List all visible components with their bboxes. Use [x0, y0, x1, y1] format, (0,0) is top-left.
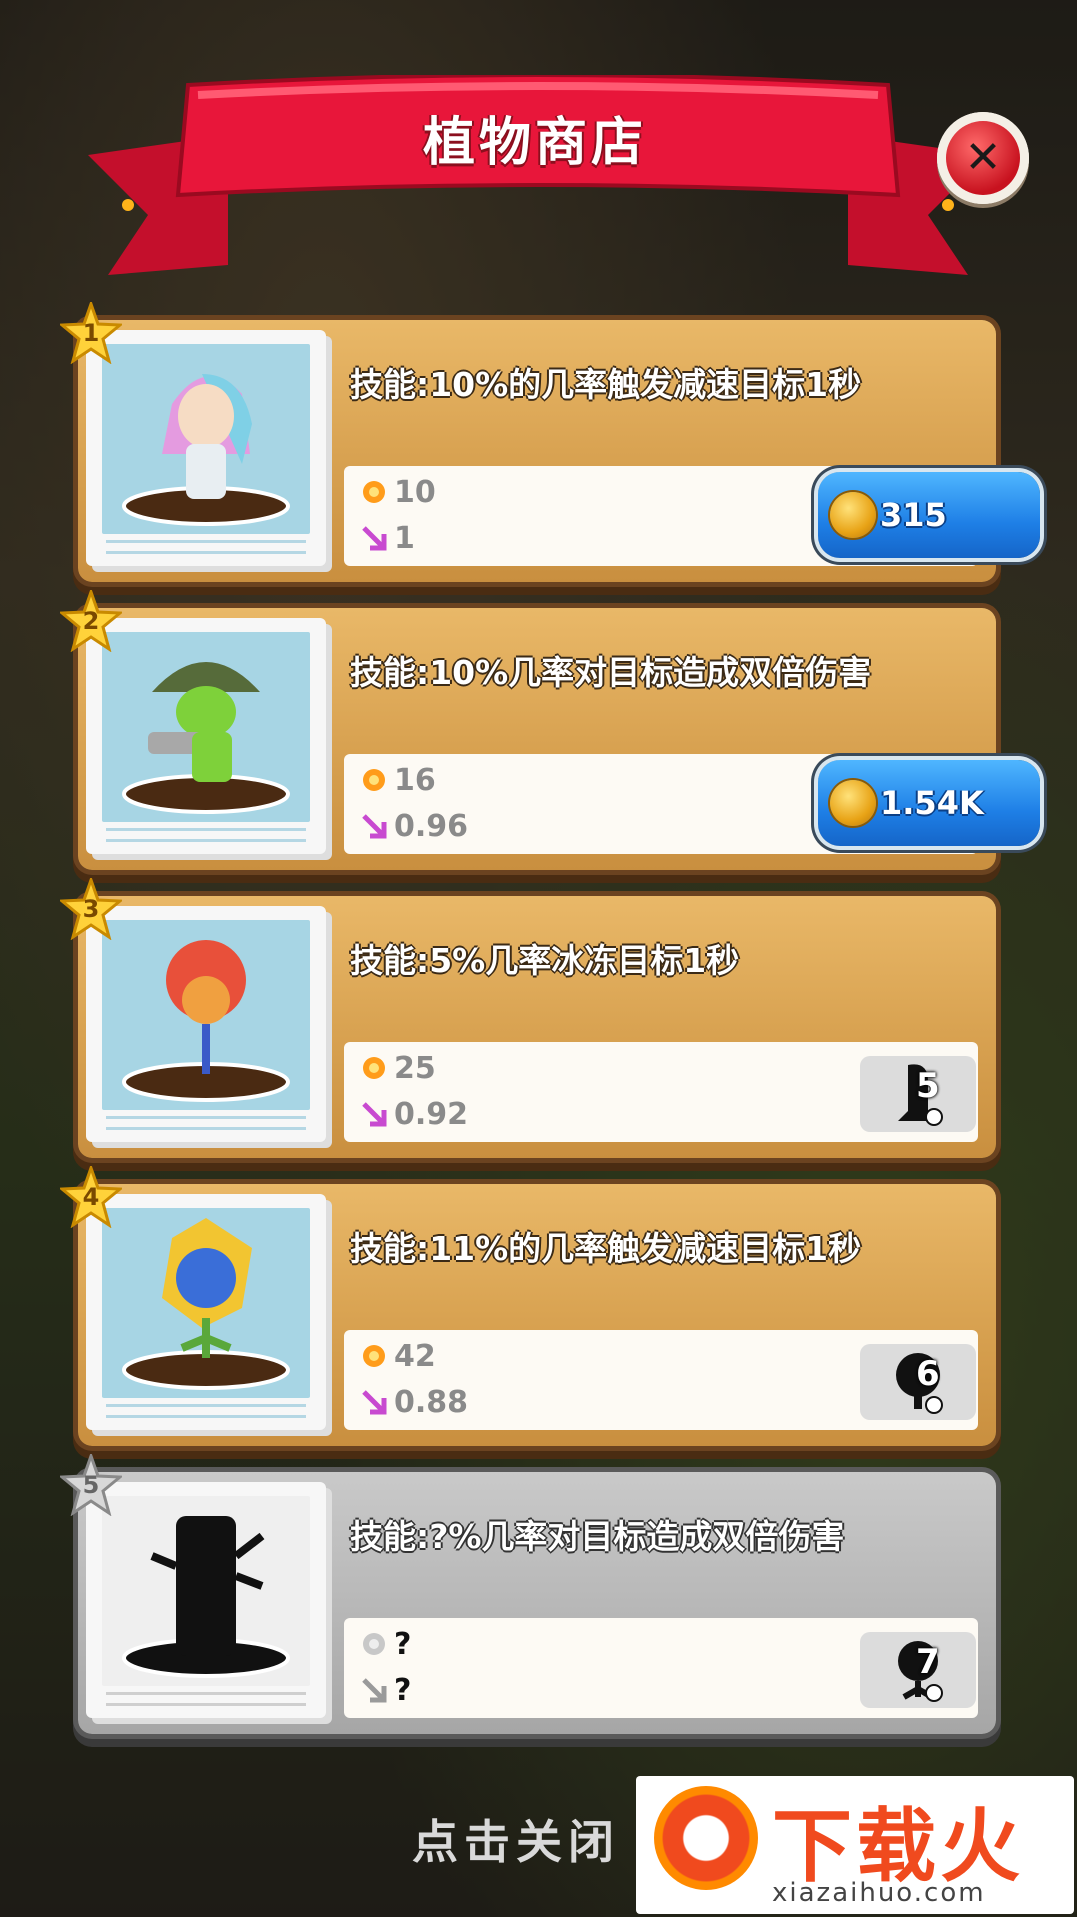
unlock-level: 5	[916, 1066, 940, 1106]
rank-star-icon: 2	[58, 587, 124, 653]
unlock-level: 6	[916, 1354, 940, 1394]
stats-panel: 10 1 315	[344, 466, 1040, 566]
rank-number: 5	[82, 1471, 100, 1499]
plant-portrait	[102, 344, 310, 534]
coin-icon	[830, 492, 876, 538]
unlock-requirement: 5	[860, 1056, 976, 1132]
plant-portrait-frame	[86, 1194, 326, 1430]
portrait-divider	[106, 540, 306, 554]
skill-description: 技能:11%的几率触发减速目标1秒	[350, 1229, 862, 1268]
plant-portrait-frame	[86, 618, 326, 854]
rank-star-icon: 5	[58, 1451, 124, 1517]
attack-stat: 16	[360, 760, 436, 800]
fire-icon	[360, 1630, 388, 1658]
unlock-level: 7	[916, 1642, 940, 1682]
unlock-requirement: 7	[860, 1632, 976, 1708]
attack-stat: 25	[360, 1048, 436, 1088]
skill-description: 技能:10%的几率触发减速目标1秒	[350, 365, 862, 404]
watermark-url: xiazaihuo.com	[772, 1878, 986, 1908]
shop-item-5: 5 技能:?%几率对目标造成双倍伤害 ? ? 7	[58, 1451, 996, 1734]
buy-button[interactable]: 1.54K	[818, 760, 1040, 846]
shop-item-1: 1 技能:10%的几率触发减速目标1秒 10 1 315	[58, 299, 1040, 582]
attack-value: 25	[394, 1050, 436, 1086]
plant-portrait	[102, 1496, 310, 1686]
arrow-icon	[360, 812, 388, 840]
skill-description: 技能:?%几率对目标造成双倍伤害	[350, 1517, 845, 1556]
arrow-icon	[360, 524, 388, 552]
speed-value: 0.92	[394, 1096, 469, 1132]
portrait-divider	[106, 828, 306, 842]
price-label: 315	[880, 496, 947, 534]
speed-stat: 1	[360, 518, 415, 558]
speed-stat: 0.88	[360, 1382, 468, 1422]
stats-panel: 42 0.88 6	[344, 1330, 978, 1430]
attack-stat: 10	[360, 472, 436, 512]
buy-button[interactable]: 315	[818, 472, 1040, 558]
tap-to-close-hint[interactable]: 点击关闭	[412, 1806, 620, 1872]
attack-stat: 42	[360, 1336, 436, 1376]
arrow-icon	[360, 1388, 388, 1416]
arrow-icon	[360, 1100, 388, 1128]
shop-item-4: 4 技能:11%的几率触发减速目标1秒 42 0.88 6	[58, 1163, 996, 1446]
plant-portrait-frame	[86, 330, 326, 566]
attack-stat: ?	[360, 1624, 411, 1664]
skill-description: 技能:10%几率对目标造成双倍伤害	[350, 653, 872, 692]
portrait-divider	[106, 1116, 306, 1130]
plant-portrait	[102, 632, 310, 822]
plant-portrait	[102, 920, 310, 1110]
shop-item-3: 3 技能:5%几率冰冻目标1秒 25 0.92 5	[58, 875, 996, 1158]
attack-value: 10	[394, 474, 436, 510]
attack-value: 42	[394, 1338, 436, 1374]
fire-icon	[360, 1342, 388, 1370]
close-button[interactable]: ✕	[937, 112, 1029, 204]
price-label: 1.54K	[880, 784, 984, 822]
attack-value: ?	[394, 1626, 412, 1662]
rank-star-icon: 4	[58, 1163, 124, 1229]
flame-logo-icon	[654, 1786, 758, 1890]
speed-value: 0.88	[394, 1384, 469, 1420]
shop-item-2: 2 技能:10%几率对目标造成双倍伤害 16 0.96 1.54K	[58, 587, 1040, 870]
close-icon: ✕	[946, 121, 1020, 195]
speed-value: 0.96	[394, 808, 469, 844]
attack-value: 16	[394, 762, 436, 798]
stats-panel: 25 0.92 5	[344, 1042, 978, 1142]
fire-icon	[360, 1054, 388, 1082]
rank-number: 4	[82, 1183, 100, 1211]
speed-stat: 0.96	[360, 806, 468, 846]
rank-number: 3	[82, 895, 100, 923]
portrait-divider	[106, 1404, 306, 1418]
speed-stat: ?	[360, 1670, 411, 1710]
fire-icon	[360, 766, 388, 794]
rank-number: 1	[82, 319, 100, 347]
skill-description: 技能:5%几率冰冻目标1秒	[350, 941, 740, 980]
stats-panel: 16 0.96 1.54K	[344, 754, 1040, 854]
plant-portrait-frame	[86, 1482, 326, 1718]
rank-star-icon: 1	[58, 299, 124, 365]
plant-portrait	[102, 1208, 310, 1398]
watermark: 下载火 xiazaihuo.com	[636, 1776, 1074, 1914]
stats-panel: ? ? 7	[344, 1618, 978, 1718]
rank-number: 2	[82, 607, 100, 635]
coin-icon	[830, 780, 876, 826]
fire-icon	[360, 478, 388, 506]
portrait-divider	[106, 1692, 306, 1706]
plant-portrait-frame	[86, 906, 326, 1142]
speed-stat: 0.92	[360, 1094, 468, 1134]
speed-value: ?	[394, 1672, 412, 1708]
unlock-requirement: 6	[860, 1344, 976, 1420]
rank-star-icon: 3	[58, 875, 124, 941]
page-title: 植物商店	[422, 113, 647, 173]
arrow-icon	[360, 1676, 388, 1704]
speed-value: 1	[394, 520, 415, 556]
